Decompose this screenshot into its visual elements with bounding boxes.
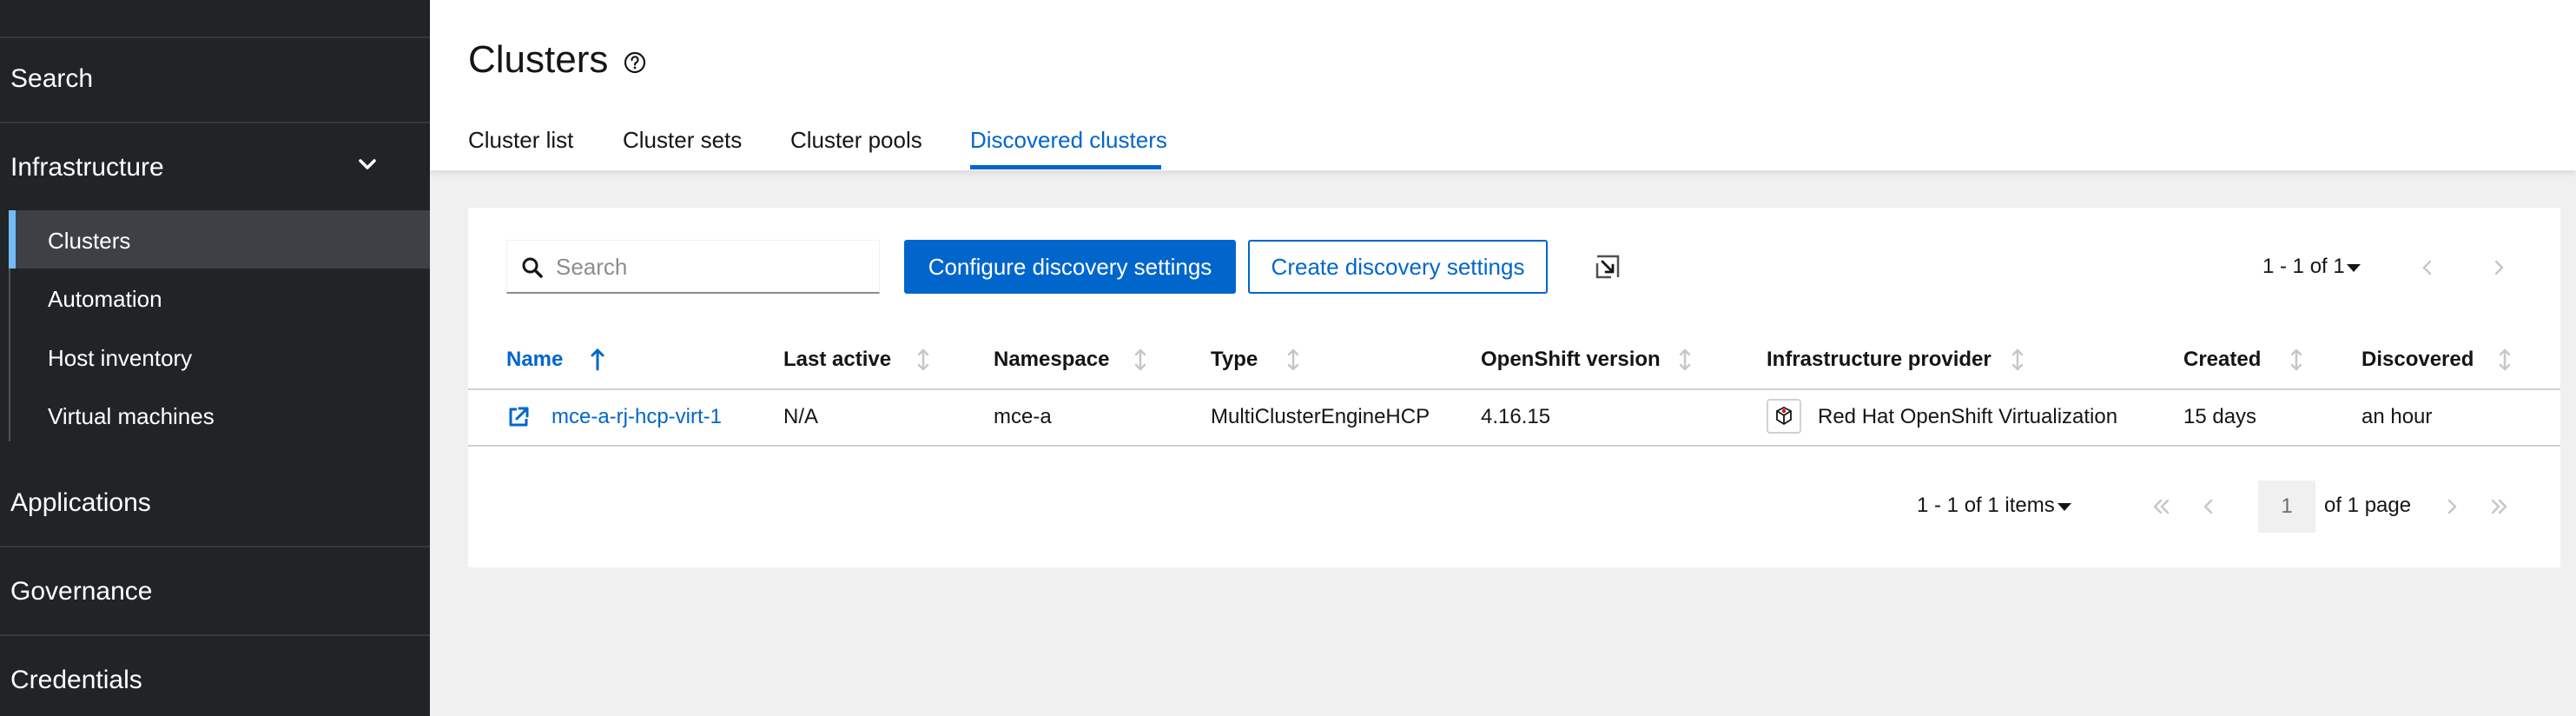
sort-icon[interactable]	[2497, 347, 2513, 373]
column-header-created[interactable]: Created	[2183, 348, 2261, 372]
sort-ascending-icon[interactable]	[590, 347, 605, 373]
sort-icon[interactable]	[2010, 347, 2025, 373]
discovered-clusters-card: Configure discovery settings Create disc…	[468, 208, 2560, 567]
redhat-virtualization-icon	[1776, 406, 1792, 426]
cell-openshift-version: 4.16.15	[1481, 405, 1551, 428]
tab-cluster-sets[interactable]: Cluster sets	[623, 127, 742, 154]
tab-cluster-list[interactable]: Cluster list	[468, 127, 573, 154]
sidebar-divider	[0, 634, 430, 636]
sidebar-item-automation[interactable]: Automation	[48, 286, 162, 313]
configure-discovery-settings-button[interactable]: Configure discovery settings	[904, 240, 1236, 294]
column-header-discovered[interactable]: Discovered	[2361, 348, 2474, 372]
sidebar-item-applications[interactable]: Applications	[10, 488, 151, 518]
page-header: Clusters Cluster list Cluster sets Clust…	[430, 0, 2576, 170]
caret-down-icon[interactable]	[2057, 503, 2071, 511]
items-per-page-toggle[interactable]: 1 - 1 of 1 items	[1917, 494, 2055, 518]
sidebar-item-host-inventory[interactable]: Host inventory	[48, 345, 192, 372]
next-page-icon[interactable]	[2440, 494, 2464, 519]
tab-discovered-clusters[interactable]: Discovered clusters	[970, 127, 1167, 154]
external-link-icon[interactable]	[506, 405, 531, 429]
column-header-openshift-version[interactable]: OpenShift version	[1481, 348, 1661, 372]
cell-infrastructure-provider: Red Hat OpenShift Virtualization	[1818, 405, 2118, 428]
column-header-type[interactable]: Type	[1211, 348, 1258, 372]
sidebar-divider	[0, 122, 430, 123]
active-tab-indicator	[970, 165, 1161, 169]
help-icon[interactable]	[623, 50, 647, 75]
cluster-name-link[interactable]: mce-a-rj-hcp-virt-1	[552, 405, 722, 429]
first-page-icon[interactable]	[2150, 494, 2174, 519]
column-header-last-active[interactable]: Last active	[783, 348, 891, 372]
previous-page-icon[interactable]	[2196, 494, 2221, 519]
sort-icon[interactable]	[1677, 347, 1693, 373]
create-discovery-settings-button[interactable]: Create discovery settings	[1248, 240, 1548, 294]
export-icon[interactable]	[1594, 253, 1622, 281]
search-box	[506, 240, 880, 294]
cell-created: 15 days	[2183, 405, 2257, 428]
search-icon	[522, 257, 543, 278]
search-input[interactable]	[556, 249, 869, 284]
sort-icon[interactable]	[915, 347, 931, 373]
sidebar-item-governance[interactable]: Governance	[10, 577, 152, 607]
sidebar-item-credentials[interactable]: Credentials	[10, 666, 142, 695]
tab-cluster-pools[interactable]: Cluster pools	[790, 127, 922, 154]
next-page-icon[interactable]	[2487, 255, 2511, 280]
table-divider	[468, 445, 2560, 447]
cell-discovered: an hour	[2361, 405, 2433, 428]
cell-namespace: mce-a	[994, 405, 1052, 428]
page-count-label: of 1 page	[2324, 494, 2412, 517]
pagination-toggle[interactable]: 1 - 1 of 1	[2262, 255, 2345, 279]
cell-last-active: N/A	[783, 405, 819, 428]
chevron-down-icon[interactable]	[358, 155, 377, 174]
page-number-input[interactable]: 1	[2258, 481, 2315, 533]
sort-icon[interactable]	[2289, 347, 2304, 373]
sidebar-divider	[0, 36, 430, 38]
sidebar-divider	[0, 546, 430, 547]
sidebar-item-infrastructure[interactable]: Infrastructure	[10, 153, 164, 182]
sidebar: Search Infrastructure Clusters Automatio…	[0, 0, 430, 716]
column-header-name[interactable]: Name	[506, 348, 563, 372]
last-page-icon[interactable]	[2487, 494, 2511, 519]
cell-type: MultiClusterEngineHCP	[1211, 405, 1430, 428]
column-header-infrastructure-provider[interactable]: Infrastructure provider	[1767, 348, 1991, 372]
caret-down-icon[interactable]	[2347, 264, 2361, 272]
table-divider	[468, 388, 2560, 390]
page-title: Clusters	[468, 38, 609, 81]
sidebar-item-virtual-machines[interactable]: Virtual machines	[48, 403, 215, 430]
sort-icon[interactable]	[1285, 347, 1301, 373]
sidebar-item-clusters[interactable]: Clusters	[48, 228, 130, 255]
sidebar-active-indicator	[9, 210, 16, 268]
provider-logo-icon	[1767, 399, 1801, 434]
previous-page-icon[interactable]	[2415, 255, 2440, 280]
sort-icon[interactable]	[1133, 347, 1148, 373]
column-header-namespace[interactable]: Namespace	[994, 348, 1109, 372]
sidebar-item-search[interactable]: Search	[10, 64, 93, 94]
